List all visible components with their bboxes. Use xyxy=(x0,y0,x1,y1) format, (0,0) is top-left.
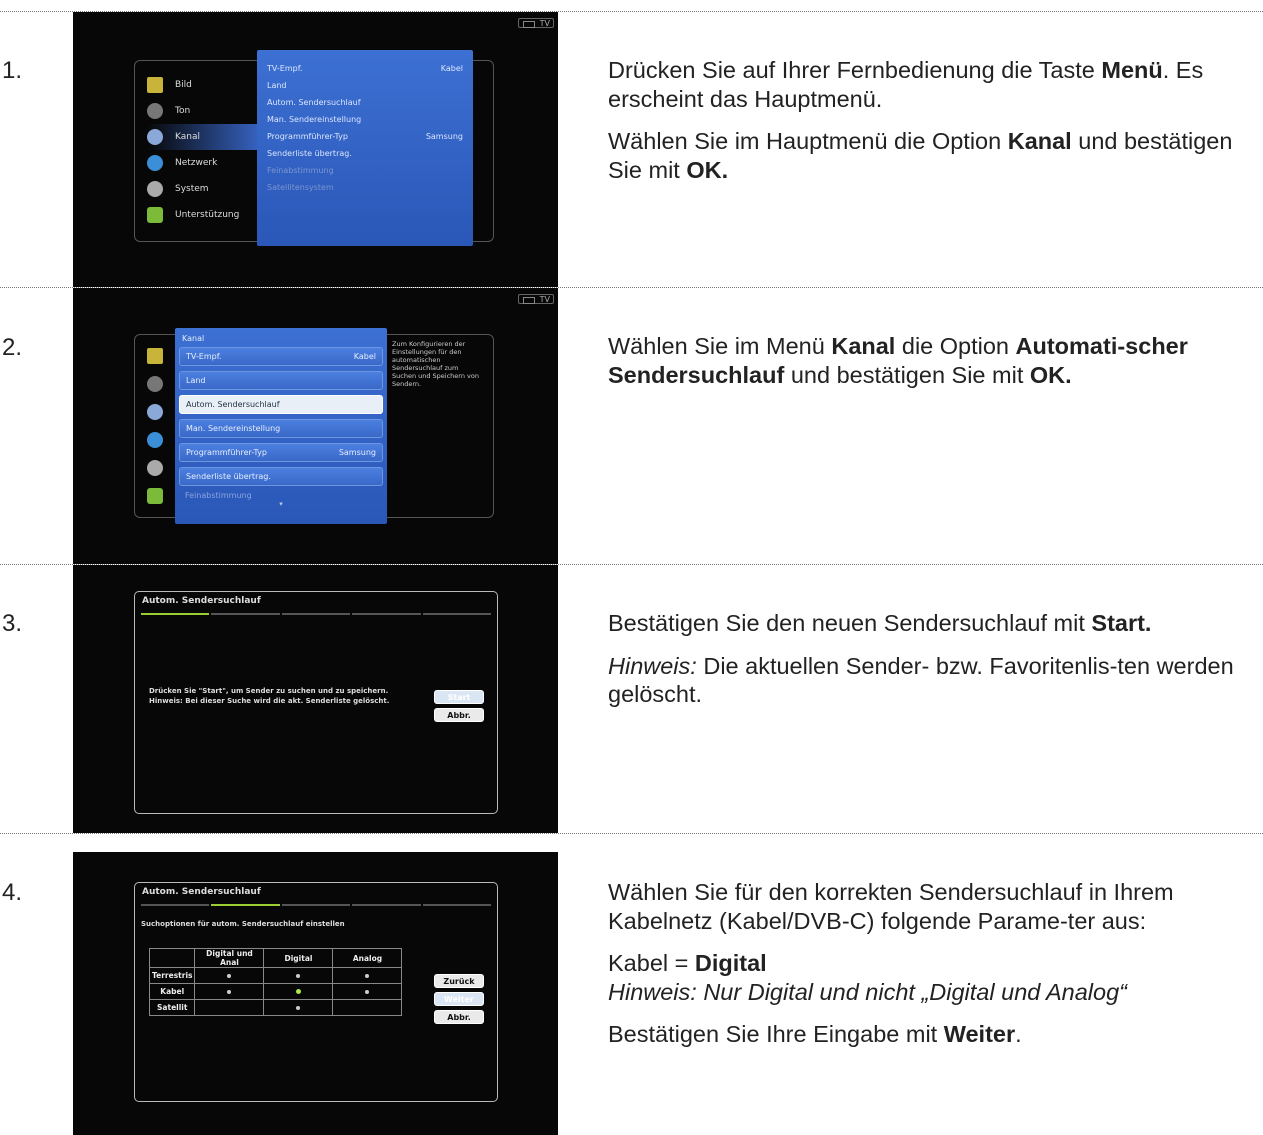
dialog-title: Autom. Sendersuchlauf xyxy=(142,887,261,897)
search-options-table: Digital und Anal Digital Analog Terrestr… xyxy=(148,948,403,1016)
search-options-dialog: Autom. Sendersuchlauf Suchoptionen für a… xyxy=(134,882,498,1102)
picture-icon xyxy=(147,77,163,93)
menu-item-selected[interactable]: Autom. Sendersuchlauf xyxy=(179,395,383,414)
menu-item[interactable]: Programmführer-Typ Samsung xyxy=(179,443,383,462)
column-header: Digital und Anal xyxy=(194,948,265,968)
sidebar-item-ton[interactable]: Ton xyxy=(147,98,239,124)
kanal-menu-panel: Kanal TV-Empf. Kabel Land Autom. Sendersu… xyxy=(175,328,387,524)
step-progress xyxy=(141,613,492,615)
row-header: Satellit xyxy=(148,999,196,1016)
radio-option[interactable] xyxy=(263,967,334,984)
column-header: Analog xyxy=(332,948,403,968)
picture-icon xyxy=(147,348,163,364)
network-icon xyxy=(147,432,163,448)
menu-item[interactable]: Senderliste übertrag. xyxy=(179,467,383,486)
menu-item[interactable]: Man. Sendereinstellung xyxy=(179,419,383,438)
support-icon xyxy=(147,207,163,223)
step-1-description: Drücken Sie auf Ihrer Fernbedienung die … xyxy=(608,57,1233,183)
row-header: Terrestris xyxy=(148,967,196,984)
help-text: Zum Konfigurieren der Einstellungen für … xyxy=(392,340,479,388)
channel-icon xyxy=(147,129,163,145)
network-icon xyxy=(147,155,163,171)
sound-icon xyxy=(147,103,163,119)
back-button[interactable]: Zurück xyxy=(434,974,484,988)
channel-icon xyxy=(147,404,163,420)
step-progress xyxy=(141,904,492,906)
tv-badge: TV xyxy=(518,18,554,28)
menu-item[interactable]: Land xyxy=(179,371,383,390)
kanal-menu-title: Kanal xyxy=(182,334,205,343)
step-1-screenshot: TV Bild Ton Kanal Netzwerk System Unters… xyxy=(73,12,558,287)
row-header: Kabel xyxy=(148,983,196,1000)
menu-item[interactable]: Man. Sendereinstellung xyxy=(267,111,463,128)
radio-option-selected[interactable] xyxy=(263,983,334,1000)
sidebar-item-system[interactable]: System xyxy=(147,176,239,202)
dialog-subtitle: Suchoptionen für autom. Sendersuchlauf e… xyxy=(141,920,345,928)
step-2-number: 2. xyxy=(2,334,23,361)
step-4-number: 4. xyxy=(2,879,23,906)
menu-item[interactable]: Programmführer-Typ Samsung xyxy=(267,128,463,145)
sidebar-icons xyxy=(147,348,175,504)
menu-item: Feinabstimmung xyxy=(267,166,334,175)
sidebar-item-netzwerk[interactable]: Netzwerk xyxy=(147,150,239,176)
radio-option[interactable] xyxy=(332,983,403,1000)
step-1-number: 1. xyxy=(2,57,23,84)
radio-option[interactable] xyxy=(194,967,265,984)
step-3-number: 3. xyxy=(2,610,23,637)
gear-icon xyxy=(147,181,163,197)
radio-option[interactable] xyxy=(263,999,334,1016)
tv-badge: TV xyxy=(518,294,554,304)
support-icon xyxy=(147,488,163,504)
menu-item: Satellitensystem xyxy=(267,183,334,192)
sound-icon xyxy=(147,376,163,392)
menu-item[interactable]: Land xyxy=(267,77,463,94)
menu-item[interactable]: Senderliste übertrag. xyxy=(267,145,463,162)
sidebar-item-kanal[interactable]: Kanal xyxy=(147,124,270,150)
radio-option[interactable] xyxy=(332,967,403,984)
column-header: Digital xyxy=(263,948,334,968)
scroll-down-icon[interactable]: ▾ xyxy=(179,500,383,508)
menu-item-dim: Feinabstimmung xyxy=(185,491,252,500)
menu-item[interactable]: Autom. Sendersuchlauf xyxy=(267,94,463,111)
sidebar-item-unterstuetzung[interactable]: Unterstützung xyxy=(147,202,239,228)
dialog-message: Drücken Sie "Start", um Sender zu suchen… xyxy=(149,687,390,705)
sidebar-item-bild[interactable]: Bild xyxy=(147,72,239,98)
radio-option[interactable] xyxy=(194,983,265,1000)
step-3-description: Bestätigen Sie den neuen Sendersuchlauf … xyxy=(608,610,1234,707)
step-4-screenshot: Autom. Sendersuchlauf Suchoptionen für a… xyxy=(73,852,558,1135)
main-sidebar: Bild Ton Kanal Netzwerk System Unterstüt… xyxy=(147,72,270,228)
next-button[interactable]: Weiter xyxy=(434,992,484,1006)
gear-icon xyxy=(147,460,163,476)
step-2-description: Wählen Sie im Menü Kanal die Option Auto… xyxy=(608,333,1188,388)
cancel-button[interactable]: Abbr. xyxy=(434,1010,484,1024)
separator-3 xyxy=(0,833,1263,834)
step-2-screenshot: TV Kanal TV-Empf. Kabel Land Autom. Sende… xyxy=(73,288,558,564)
kanal-submenu: TV-Empf. Kabel Land Autom. Sendersuchlauf… xyxy=(257,50,473,246)
step-3-screenshot: Autom. Sendersuchlauf Drücken Sie "Start… xyxy=(73,565,558,833)
start-button[interactable]: Start xyxy=(434,690,484,704)
search-dialog: Autom. Sendersuchlauf Drücken Sie "Start… xyxy=(134,591,498,814)
step-4-description: Wählen Sie für den korrekten Sendersuchl… xyxy=(608,879,1174,1047)
cancel-button[interactable]: Abbr. xyxy=(434,708,484,722)
menu-item[interactable]: TV-Empf. Kabel xyxy=(267,60,463,77)
dialog-title: Autom. Sendersuchlauf xyxy=(142,596,261,606)
menu-item[interactable]: TV-Empf. Kabel xyxy=(179,347,383,366)
